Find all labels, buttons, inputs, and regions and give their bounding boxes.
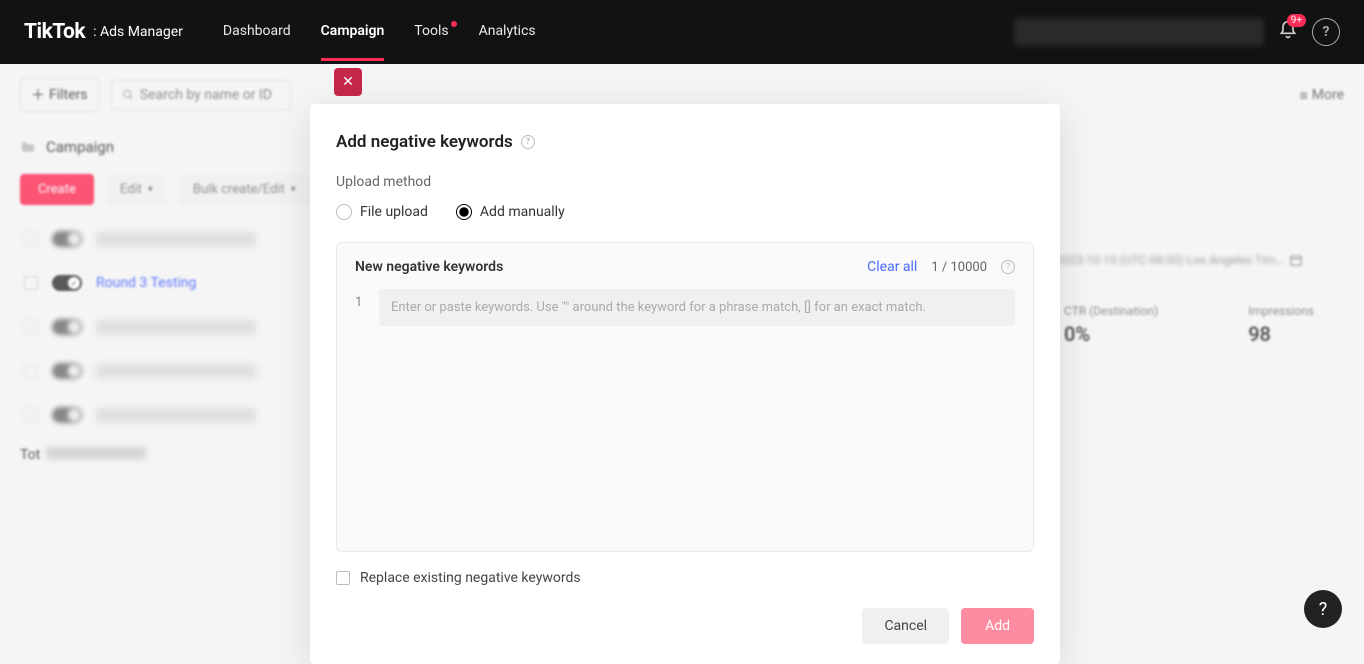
help-fab[interactable]: ? — [1304, 590, 1342, 628]
account-selector-blurred[interactable] — [1014, 18, 1264, 46]
bulk-create-edit-button[interactable]: Bulk create/Edit ▾ — [179, 174, 310, 205]
campaign-name-blurred — [96, 364, 256, 378]
close-button[interactable]: ✕ — [334, 68, 362, 96]
row-checkbox[interactable] — [24, 364, 38, 378]
date-text: 2023-10-10 (UTC-08:00) Los Angeles Tim..… — [1056, 253, 1285, 267]
keywords-count: 1 / 10000 — [931, 260, 987, 275]
logo: TikTok : Ads Manager — [24, 20, 183, 44]
date-range-display[interactable]: 2023-10-10 (UTC-08:00) Los Angeles Tim..… — [1056, 250, 1316, 270]
info-icon[interactable]: ? — [521, 135, 535, 149]
nav-tabs: Dashboard Campaign Tools Analytics — [223, 23, 536, 41]
chevron-down-icon: ▾ — [291, 184, 296, 195]
notification-badge: 9+ — [1287, 14, 1306, 27]
row-checkbox[interactable] — [24, 232, 38, 246]
hamburger-icon: ≡ — [1300, 87, 1308, 104]
stat-impr-label: Impressions — [1248, 304, 1314, 318]
filters-button[interactable]: ＋ Filters — [20, 78, 99, 112]
line-number: 1 — [355, 295, 362, 310]
search-input-wrap[interactable] — [111, 80, 291, 110]
toggle[interactable] — [52, 363, 82, 379]
search-icon — [122, 88, 134, 102]
modal-title: Add negative keywords ? — [336, 132, 1034, 152]
tab-dashboard[interactable]: Dashboard — [223, 23, 291, 41]
totals-label: Tot — [20, 447, 40, 463]
campaign-name-blurred — [96, 320, 256, 334]
toggle[interactable] — [52, 407, 82, 423]
radio-add-manually[interactable]: Add manually — [456, 204, 565, 220]
clear-all-button[interactable]: Clear all — [867, 259, 917, 275]
radio-icon — [336, 204, 352, 220]
notification-dot-icon — [451, 21, 457, 27]
stat-ctr-label: CTR (Destination) — [1064, 304, 1158, 318]
header-right: 9+ ? — [1014, 18, 1340, 46]
question-icon: ? — [1319, 599, 1328, 620]
toggle[interactable] — [52, 319, 82, 335]
radio-icon — [456, 204, 472, 220]
logo-text: TikTok — [24, 20, 85, 44]
replace-row: Replace existing negative keywords — [336, 570, 1034, 586]
stat-impr-value: 98 — [1248, 322, 1314, 346]
toggle[interactable] — [52, 231, 82, 247]
add-button[interactable]: Add — [961, 608, 1034, 644]
stats-block: CTR (Destination) 0% Impressions 98 — [1064, 304, 1314, 346]
tab-analytics[interactable]: Analytics — [479, 23, 536, 41]
search-input[interactable] — [140, 87, 280, 103]
tab-campaign[interactable]: Campaign — [321, 23, 385, 41]
more-label: More — [1312, 87, 1344, 103]
tab-tools-label: Tools — [414, 23, 448, 39]
help-button[interactable]: ? — [1312, 18, 1340, 46]
stat-ctr-value: 0% — [1064, 322, 1158, 346]
stat-ctr: CTR (Destination) 0% — [1064, 304, 1158, 346]
cancel-button[interactable]: Cancel — [862, 608, 949, 644]
add-negative-keywords-modal: ✕ Add negative keywords ? Upload method … — [310, 104, 1060, 664]
keywords-input[interactable] — [379, 289, 1015, 326]
chevron-down-icon: ▾ — [148, 184, 153, 195]
section-title: Campaign — [46, 138, 114, 156]
replace-label: Replace existing negative keywords — [360, 570, 581, 586]
app-header: TikTok : Ads Manager Dashboard Campaign … — [0, 0, 1364, 64]
plus-icon: ＋ — [31, 85, 45, 105]
radio-file-upload[interactable]: File upload — [336, 204, 428, 220]
radio-file-upload-label: File upload — [360, 204, 428, 220]
tab-tools[interactable]: Tools — [414, 23, 448, 41]
toggle[interactable] — [52, 275, 82, 291]
calendar-icon — [1289, 253, 1303, 267]
bulk-label: Bulk create/Edit — [193, 182, 285, 197]
row-checkbox[interactable] — [24, 320, 38, 334]
folder-icon — [20, 139, 36, 155]
upload-method-label: Upload method — [336, 174, 1034, 190]
keywords-title: New negative keywords — [355, 259, 503, 275]
stat-impressions: Impressions 98 — [1248, 304, 1314, 346]
keywords-panel: New negative keywords Clear all 1 / 1000… — [336, 242, 1034, 552]
create-button[interactable]: Create — [20, 174, 94, 205]
keywords-header: New negative keywords Clear all 1 / 1000… — [355, 259, 1015, 275]
radio-add-manually-label: Add manually — [480, 204, 565, 220]
totals-value-blurred — [46, 447, 146, 459]
notifications-button[interactable]: 9+ — [1278, 20, 1298, 44]
edit-button[interactable]: Edit ▾ — [106, 174, 167, 205]
modal-title-text: Add negative keywords — [336, 132, 513, 152]
info-icon[interactable]: ? — [1001, 260, 1015, 274]
campaign-name-blurred — [96, 232, 256, 246]
more-button[interactable]: ≡ More — [1300, 87, 1344, 104]
keywords-editor: 1 — [355, 289, 1015, 535]
replace-checkbox[interactable] — [336, 571, 350, 585]
close-icon: ✕ — [342, 74, 354, 90]
upload-method-radios: File upload Add manually — [336, 204, 1034, 220]
question-icon: ? — [1323, 24, 1330, 40]
row-checkbox[interactable] — [24, 408, 38, 422]
logo-subtitle: : Ads Manager — [93, 24, 183, 40]
campaign-link[interactable]: Round 3 Testing — [96, 275, 196, 291]
row-checkbox[interactable] — [24, 276, 38, 290]
filters-label: Filters — [49, 87, 88, 103]
modal-footer: Cancel Add — [336, 608, 1034, 644]
edit-label: Edit — [120, 182, 142, 197]
campaign-name-blurred — [96, 408, 256, 422]
